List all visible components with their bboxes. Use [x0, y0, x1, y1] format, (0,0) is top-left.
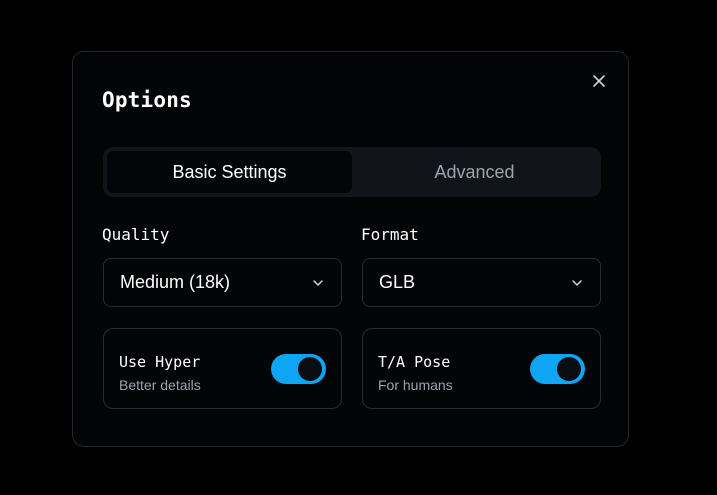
close-icon: [590, 72, 608, 90]
dialog-title: Options: [102, 88, 192, 112]
ta-pose-title: T/A Pose: [378, 353, 451, 371]
chevron-down-icon: [570, 276, 584, 290]
ta-pose-card: T/A Pose For humans: [362, 328, 601, 409]
format-select-value: GLB: [379, 272, 416, 292]
use-hyper-toggle[interactable]: [271, 354, 326, 384]
settings-tabs: Basic Settings Advanced: [103, 147, 601, 197]
ta-pose-subtitle: For humans: [378, 377, 453, 393]
toggle-knob: [298, 357, 322, 381]
format-label: Format: [361, 225, 419, 244]
format-select[interactable]: GLB: [362, 258, 601, 307]
quality-select-value: Medium (18k): [120, 272, 231, 292]
tab-basic-settings[interactable]: Basic Settings: [107, 151, 352, 193]
use-hyper-card: Use Hyper Better details: [103, 328, 342, 409]
tab-advanced[interactable]: Advanced: [352, 151, 597, 193]
quality-label: Quality: [102, 225, 170, 244]
quality-select[interactable]: Medium (18k): [103, 258, 342, 307]
chevron-down-icon: [311, 276, 325, 290]
use-hyper-subtitle: Better details: [119, 377, 201, 393]
ta-pose-toggle[interactable]: [530, 354, 585, 384]
options-dialog: Options Basic Settings Advanced Quality …: [72, 51, 629, 447]
close-button[interactable]: [590, 72, 608, 90]
use-hyper-title: Use Hyper: [119, 353, 201, 371]
toggle-knob: [557, 357, 581, 381]
